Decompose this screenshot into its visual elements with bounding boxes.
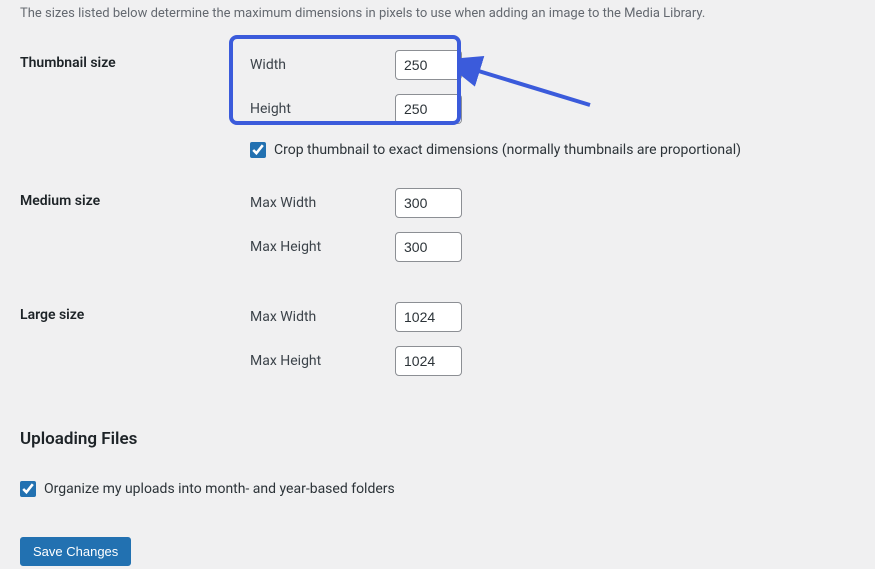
large-section-label: Large size [20,287,240,401]
organize-uploads-label[interactable]: Organize my uploads into month- and year… [44,481,395,497]
crop-thumbnail-label[interactable]: Crop thumbnail to exact dimensions (norm… [274,142,741,158]
large-max-height-row: Max Height [250,346,845,376]
organize-uploads-checkbox[interactable] [20,481,36,497]
medium-section-label: Medium size [20,173,240,287]
thumbnail-height-input[interactable] [395,94,462,124]
thumbnail-height-label: Height [250,101,395,117]
crop-thumbnail-checkbox[interactable] [250,142,266,158]
uploading-files-heading: Uploading Files [20,401,855,457]
settings-form-table: Thumbnail size Width Height Crop thumbna… [20,35,855,401]
large-max-height-input[interactable] [395,346,462,376]
medium-max-height-input[interactable] [395,232,462,262]
thumbnail-width-input[interactable] [395,50,462,80]
thumbnail-height-row: Height [250,94,845,124]
organize-uploads-row: Organize my uploads into month- and year… [20,457,855,507]
save-changes-button[interactable]: Save Changes [20,537,131,566]
crop-thumbnail-row: Crop thumbnail to exact dimensions (norm… [250,142,845,158]
large-max-width-label: Max Width [250,309,395,325]
thumbnail-section-label: Thumbnail size [20,35,240,173]
large-max-width-input[interactable] [395,302,462,332]
large-max-width-row: Max Width [250,302,845,332]
media-settings-description: The sizes listed below determine the max… [20,0,855,35]
thumbnail-width-row: Width [250,50,845,80]
medium-max-height-label: Max Height [250,239,395,255]
medium-max-width-label: Max Width [250,195,395,211]
medium-max-height-row: Max Height [250,232,845,262]
large-max-height-label: Max Height [250,353,395,369]
medium-max-width-input[interactable] [395,188,462,218]
medium-max-width-row: Max Width [250,188,845,218]
thumbnail-width-label: Width [250,57,395,73]
